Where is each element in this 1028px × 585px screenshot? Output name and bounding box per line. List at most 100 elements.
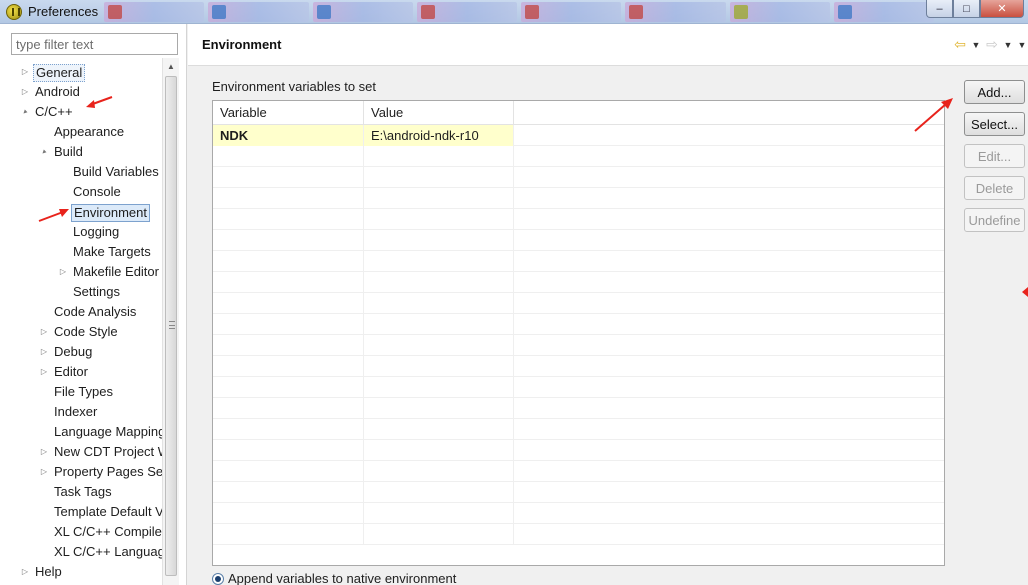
value-cell[interactable] (364, 272, 514, 293)
tree-item[interactable]: ▷ Android (0, 82, 162, 102)
value-cell[interactable] (364, 440, 514, 461)
table-row[interactable] (213, 188, 944, 209)
tree-item[interactable]: Task Tags (0, 482, 162, 502)
table-row[interactable]: NDK E:\android-ndk-r10 (213, 125, 944, 146)
variable-cell[interactable]: NDK (213, 125, 364, 146)
tree-collapsed-icon[interactable]: ▷ (39, 362, 49, 382)
table-row[interactable] (213, 272, 944, 293)
tree-scrollbar[interactable]: ▲ (162, 58, 179, 585)
variable-cell[interactable] (213, 440, 364, 461)
tree-item[interactable]: ▷ Code Style (0, 322, 162, 342)
tree-item[interactable]: ▷ General (0, 62, 162, 82)
value-cell[interactable]: E:\android-ndk-r10 (364, 125, 514, 146)
scrollbar-thumb[interactable] (165, 76, 177, 576)
table-row[interactable] (213, 461, 944, 482)
variable-cell[interactable] (213, 503, 364, 524)
tree-item[interactable]: File Types (0, 382, 162, 402)
table-row[interactable] (213, 146, 944, 167)
variable-cell[interactable] (213, 188, 364, 209)
variable-cell[interactable] (213, 209, 364, 230)
tree-collapsed-icon[interactable]: ▷ (39, 342, 49, 362)
variable-cell[interactable] (213, 251, 364, 272)
table-row[interactable] (213, 167, 944, 188)
tree-collapsed-icon[interactable]: ▷ (20, 562, 30, 582)
variable-cell[interactable] (213, 335, 364, 356)
tree-item[interactable]: ▷ Help (0, 562, 162, 582)
tree-item[interactable]: ▷ Makefile Editor (0, 262, 162, 282)
tree-item[interactable]: ▲ C/C++ (0, 102, 162, 122)
append-variables-option[interactable]: Append variables to native environment (212, 571, 456, 585)
back-dropdown-icon[interactable]: ▼ (970, 40, 982, 50)
variable-cell[interactable] (213, 146, 364, 167)
table-row[interactable] (213, 251, 944, 272)
add-button[interactable]: Add... (964, 80, 1025, 104)
value-cell[interactable] (364, 188, 514, 209)
table-row[interactable] (213, 503, 944, 524)
tree-collapsed-icon[interactable]: ▷ (39, 322, 49, 342)
tree-collapsed-icon[interactable]: ▷ (39, 462, 49, 482)
tree-item[interactable]: ▷ Property Pages Settings (0, 462, 162, 482)
variable-cell[interactable] (213, 230, 364, 251)
tree-item[interactable]: Build Variables (0, 162, 162, 182)
table-row[interactable] (213, 524, 944, 545)
tree-collapsed-icon[interactable]: ▷ (20, 82, 30, 102)
value-cell[interactable] (364, 461, 514, 482)
select-button[interactable]: Select... (964, 112, 1025, 136)
delete-button[interactable]: Delete (964, 176, 1025, 200)
value-cell[interactable] (364, 146, 514, 167)
back-arrow-icon[interactable]: ⇦ (952, 36, 968, 53)
table-row[interactable] (213, 209, 944, 230)
maximize-button[interactable]: □ (953, 0, 980, 18)
table-row[interactable] (213, 398, 944, 419)
tree-item[interactable]: ▲ Build (0, 142, 162, 162)
tree-item[interactable]: Appearance (0, 122, 162, 142)
append-radio-button[interactable] (212, 572, 224, 585)
tree-expanded-icon[interactable]: ▲ (36, 144, 53, 161)
tree-item[interactable]: Language Mappings (0, 422, 162, 442)
tree-expanded-icon[interactable]: ▲ (17, 104, 34, 121)
tree-item[interactable]: Template Default Values (0, 502, 162, 522)
variable-cell[interactable] (213, 356, 364, 377)
table-row[interactable] (213, 377, 944, 398)
value-cell[interactable] (364, 524, 514, 545)
tree-item[interactable]: ▷ Editor (0, 362, 162, 382)
value-cell[interactable] (364, 335, 514, 356)
tree-item[interactable]: Logging (0, 222, 162, 242)
value-cell[interactable] (364, 377, 514, 398)
tree-item[interactable]: Console (0, 182, 162, 202)
value-cell[interactable] (364, 398, 514, 419)
variable-cell[interactable] (213, 482, 364, 503)
edit-button[interactable]: Edit... (964, 144, 1025, 168)
close-button[interactable]: ✕ (980, 0, 1024, 18)
tree-collapsed-icon[interactable]: ▷ (20, 62, 30, 82)
filter-input[interactable] (11, 33, 178, 55)
value-cell[interactable] (364, 503, 514, 524)
table-row[interactable] (213, 293, 944, 314)
tree-collapsed-icon[interactable]: ▷ (39, 442, 49, 462)
table-row[interactable] (213, 482, 944, 503)
value-cell[interactable] (364, 293, 514, 314)
undefine-button[interactable]: Undefine (964, 208, 1025, 232)
tree-collapsed-icon[interactable]: ▷ (58, 262, 68, 282)
tree-item[interactable]: ▷ New CDT Project Wizard (0, 442, 162, 462)
table-row[interactable] (213, 356, 944, 377)
tree-item[interactable]: Code Analysis (0, 302, 162, 322)
variable-cell[interactable] (213, 419, 364, 440)
tree-item[interactable]: Indexer (0, 402, 162, 422)
scroll-up-arrow-icon[interactable]: ▲ (163, 60, 179, 74)
tree-item[interactable]: XL C/C++ Language (0, 542, 162, 562)
table-row[interactable] (213, 440, 944, 461)
variable-cell[interactable] (213, 377, 364, 398)
variable-cell[interactable] (213, 314, 364, 335)
variable-cell[interactable] (213, 293, 364, 314)
tree-item[interactable]: Environment (0, 202, 162, 222)
value-cell[interactable] (364, 419, 514, 440)
tree-item[interactable]: Make Targets (0, 242, 162, 262)
value-cell[interactable] (364, 167, 514, 188)
value-cell[interactable] (364, 356, 514, 377)
value-cell[interactable] (364, 314, 514, 335)
minimize-button[interactable]: – (926, 0, 953, 18)
table-row[interactable] (213, 335, 944, 356)
value-cell[interactable] (364, 251, 514, 272)
value-cell[interactable] (364, 230, 514, 251)
